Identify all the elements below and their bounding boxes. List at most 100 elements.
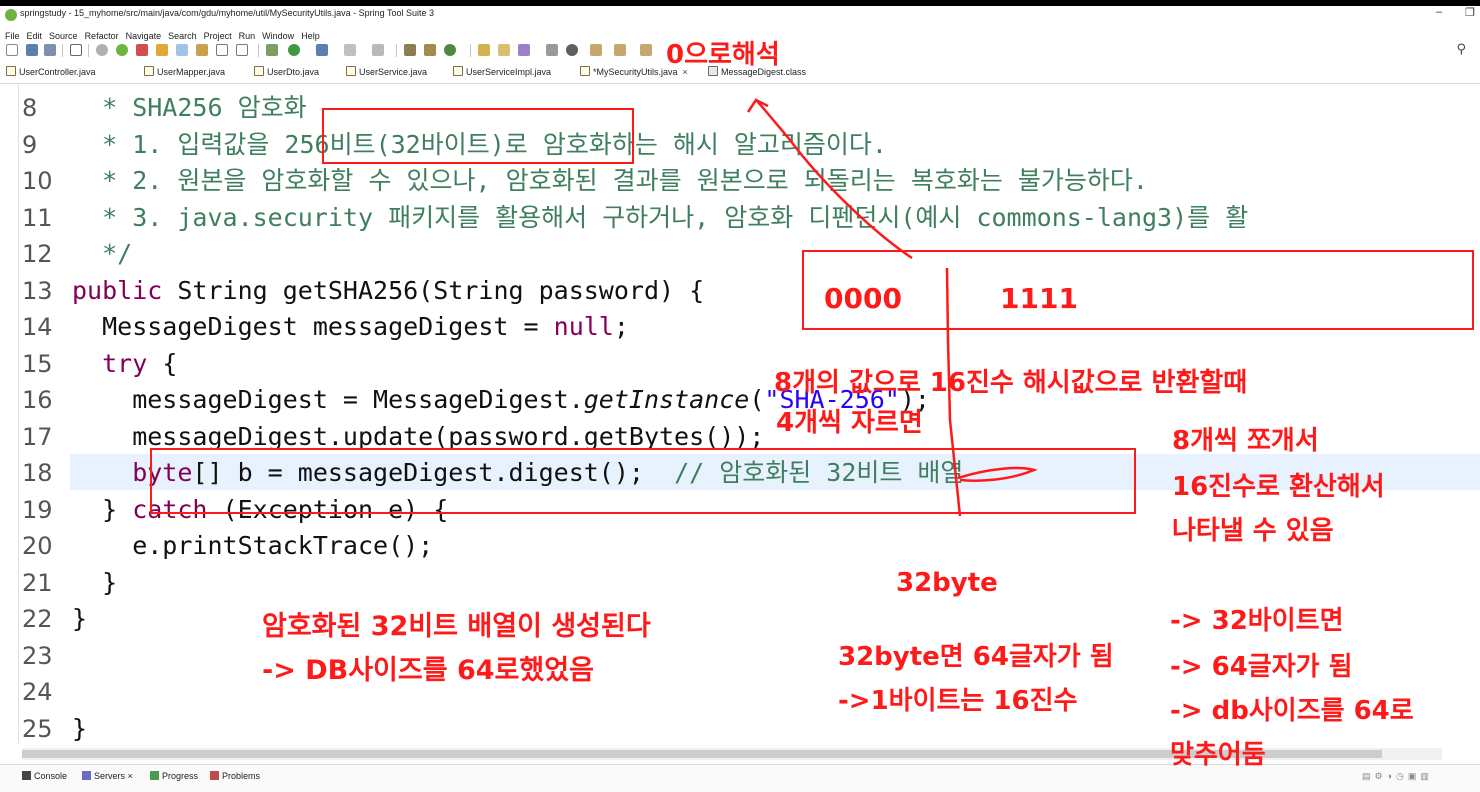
annotation-matched: 맞추어둠 — [1170, 740, 1266, 770]
annotation-generated-array: 암호화된 32비트 배열이 생성된다 — [262, 611, 651, 642]
open-type-icon[interactable] — [478, 44, 490, 56]
spring-boot-icon[interactable] — [116, 44, 128, 56]
tab-user-service-impl[interactable]: UserServiceImpl.java — [453, 66, 551, 82]
refresh-icon[interactable] — [156, 44, 168, 56]
line-number: 11 — [22, 203, 53, 232]
debug-icon[interactable] — [266, 44, 278, 56]
line-code: } — [72, 711, 87, 745]
annotation-split-eight: 8개씩 쪼개서 — [1172, 426, 1319, 456]
restore-button[interactable]: ❐ — [1465, 6, 1475, 19]
new-package-icon[interactable] — [424, 44, 436, 56]
vertical-ruler — [0, 84, 20, 744]
back-icon[interactable] — [640, 44, 652, 56]
deploy-icon[interactable] — [372, 44, 384, 56]
annotation-box-bits — [802, 250, 1474, 330]
code-token: getInstance — [583, 385, 750, 414]
line-number: 19 — [22, 495, 53, 524]
open-folder-icon[interactable] — [498, 44, 510, 56]
code-token: e.printStackTrace(); — [72, 531, 434, 560]
pen-icon[interactable] — [518, 44, 530, 56]
code-token: * 2. 원본을 암호화할 수 있으나, 암호화된 결과를 원본으로 되돌리는 … — [72, 166, 1148, 195]
mark-icon[interactable] — [176, 44, 188, 56]
progress-icon — [150, 771, 159, 780]
next-annotation-icon[interactable] — [614, 44, 626, 56]
code-token: public — [72, 275, 163, 305]
annotation-box-256bit — [322, 108, 634, 164]
code-token: */ — [72, 239, 133, 268]
tab-problems[interactable]: Problems — [210, 771, 260, 781]
annotation-zero-hex: 0으로해석 — [666, 40, 780, 70]
save-icon[interactable] — [26, 44, 38, 56]
annotation-nav-icon[interactable] — [590, 44, 602, 56]
code-token: MessageDigest messageDigest = — [72, 312, 554, 341]
annotation-eight-values: 8개의 값으로 16진수 해시값으로 반환할때 — [774, 368, 1248, 398]
java-file-icon — [6, 66, 16, 76]
line-number: 23 — [22, 641, 53, 670]
print-icon[interactable] — [70, 44, 82, 56]
tab-console[interactable]: Console — [22, 771, 67, 781]
code-token: messageDigest.update(password.getBytes()… — [72, 421, 765, 451]
java-file-icon — [254, 66, 264, 76]
code-token: } — [72, 567, 118, 597]
tab-user-dto[interactable]: UserDto.java — [254, 66, 319, 82]
annotation-64-chars: 32byte면 64글자가 됨 — [838, 642, 1114, 672]
line-number: 20 — [22, 532, 53, 560]
show-whitespace-icon[interactable] — [236, 44, 248, 56]
coverage-icon[interactable] — [344, 44, 356, 56]
console-icon[interactable] — [566, 44, 578, 56]
line-code: * SHA256 암호화 — [72, 90, 306, 126]
tab-progress[interactable]: Progress — [150, 771, 198, 781]
line-number: 13 — [22, 276, 53, 305]
line-number: 9 — [22, 130, 38, 159]
external-tools-icon[interactable] — [316, 44, 328, 56]
line-number: 16 — [22, 386, 53, 414]
stop-icon[interactable] — [136, 44, 148, 56]
block-icon[interactable] — [196, 44, 208, 56]
line-number: 14 — [22, 313, 53, 341]
annotation-db-size-64: -> db사이즈를 64로 — [1170, 696, 1414, 726]
problems-icon — [210, 771, 219, 780]
new-java-project-icon[interactable] — [404, 44, 416, 56]
java-file-icon — [453, 66, 463, 76]
tab-user-controller[interactable]: UserController.java — [6, 66, 96, 82]
tab-servers[interactable]: Servers × — [82, 771, 133, 781]
annotation-becomes-64: -> 64글자가 됨 — [1170, 652, 1353, 682]
line-code: public String getSHA256(String password)… — [72, 273, 704, 309]
line-number: 8 — [22, 94, 38, 122]
code-token: } — [72, 604, 88, 633]
line-code: } — [72, 601, 87, 637]
minimize-button[interactable]: – — [1436, 6, 1442, 18]
console-icon — [22, 771, 31, 780]
run-icon[interactable] — [288, 44, 300, 56]
new-icon[interactable] — [6, 44, 18, 56]
line-number: 22 — [22, 605, 53, 633]
search-tool-icon[interactable] — [546, 44, 558, 56]
toggle-icon[interactable] — [96, 44, 108, 56]
search-icon[interactable]: ⚲ — [1456, 42, 1466, 57]
new-class-icon[interactable] — [444, 44, 456, 56]
line-number: 21 — [22, 568, 53, 597]
line-number: 10 — [22, 167, 53, 195]
code-token: { — [147, 348, 178, 378]
annotation-0000: 0000 — [824, 282, 902, 315]
annotation-1111: 1111 — [1000, 282, 1078, 315]
view-toolbar[interactable]: ▤⚙◑◷▣▥ — [1362, 771, 1433, 782]
tab-user-mapper[interactable]: UserMapper.java — [144, 66, 225, 82]
code-token: ( — [749, 385, 765, 414]
line-number: 15 — [22, 349, 53, 378]
code-token: try — [72, 348, 148, 378]
code-editor[interactable]: 8 * SHA256 암호화 9 * 1. 입력값을 256비트(32바이트)로 … — [0, 84, 1480, 744]
line-number: 24 — [22, 678, 53, 706]
annotation-if-32-bytes: -> 32바이트면 — [1170, 606, 1344, 636]
java-file-icon — [580, 66, 590, 76]
code-token: } — [72, 494, 133, 524]
annotation-cut-four: 4개씩 자르면 — [776, 408, 923, 438]
save-all-icon[interactable] — [44, 44, 56, 56]
line-code: * 2. 원본을 암호화할 수 있으나, 암호화된 결과를 원본으로 되돌리는 … — [72, 163, 1148, 199]
window-title-bar: springstudy - 15_myhome/src/main/java/co… — [0, 0, 1480, 24]
tab-user-service[interactable]: UserService.java — [346, 66, 427, 82]
format-icon[interactable] — [216, 44, 228, 56]
line-code: MessageDigest messageDigest = null; — [72, 309, 629, 345]
code-token: * 3. java.security 패키지를 활용해서 구하거나, 암호화 디… — [72, 202, 1249, 232]
tab-close-icon[interactable]: × — [128, 771, 133, 781]
